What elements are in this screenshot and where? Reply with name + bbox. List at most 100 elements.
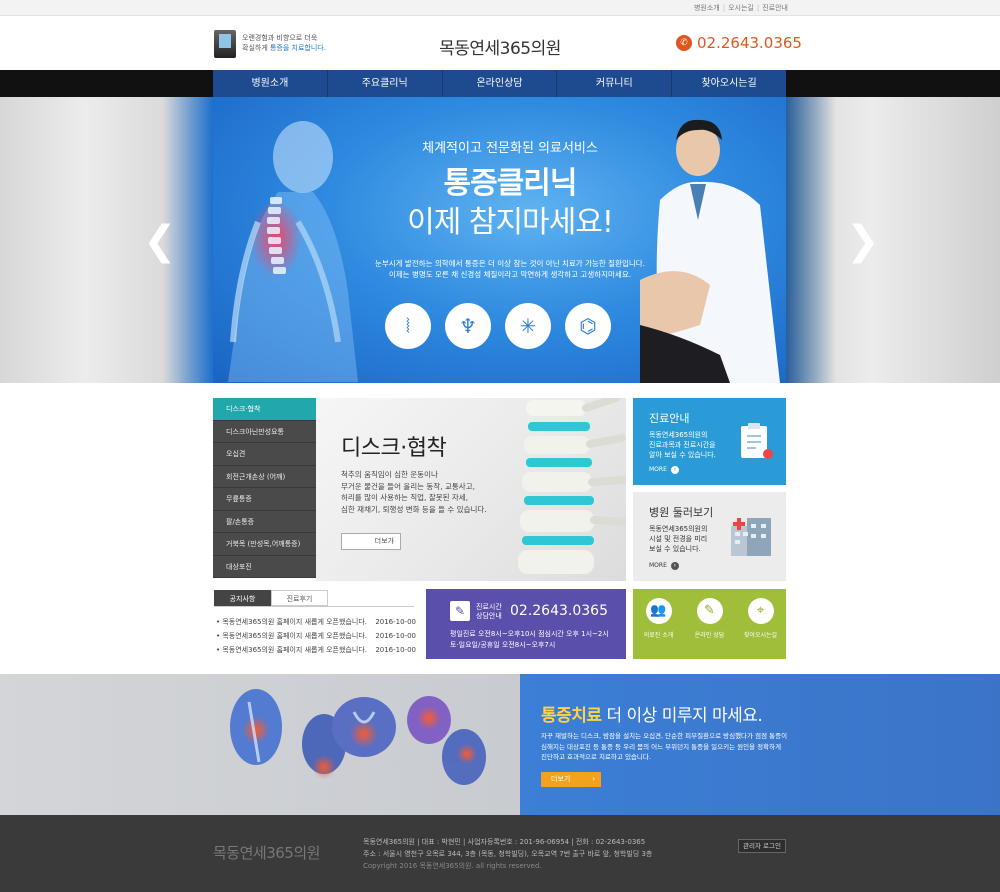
pelvis-icon[interactable]: ♆ [445,303,491,349]
banner-text-line: 심해지는 대상포진 등 통증 등 우리 몸의 어느 부위던지 통증을 일으키는 … [541,742,782,751]
quick-link-staff[interactable]: 👥 의료진 소개 [637,598,681,659]
hours-line: 토·일요일/공휴일 오전8시~오후7시 [450,641,556,649]
footer-copyright: Copyright 2016 목동연세365의원. all rights res… [363,862,542,870]
banner-more-button[interactable]: 더보기 › [541,772,601,787]
next-slide-arrow[interactable]: ❯ [846,218,880,264]
banner-title-rest: 더 이상 미루지 마세요. [601,706,763,726]
clipboard-stethoscope-icon [741,423,773,459]
notice-title[interactable]: 목동연세365의원 홈페이지 새롭게 오픈했습니다. [216,643,367,657]
category-item[interactable]: 회전근개손상 (어깨) [213,465,316,488]
hero-description: 눈부시게 발전하는 의학에서 통증은 더 이상 참는 것이 아닌 치료가 가능한… [340,258,680,280]
banner-text-line: 자꾸 재발하는 디스크, 밤잠을 설치는 오십견, 단순한 피부질환으로 방심했… [541,732,788,740]
people-icon: 👥 [645,598,672,624]
hospital-tour-card[interactable]: 병원 둘러보기 목동연세365의원의 시설 및 전경을 미리 보실 수 있습니다… [633,492,786,581]
category-item[interactable]: 대상포진 [213,555,316,578]
card-text-line: 알아 보실 수 있습니다. [649,451,716,459]
quick-links: 👥 의료진 소개 ✎ 온라인 상담 ⌖ 찾아오시는길 [633,589,786,659]
feature-more-button[interactable]: 더보기 › [341,533,401,550]
tab-reviews[interactable]: 진료후기 [271,590,328,606]
pencil-icon: ✎ [696,598,723,624]
util-link-guide[interactable]: 진료안내 [762,4,788,12]
hero-title-second: 이제 참지마세요! [407,205,614,240]
list-item[interactable]: 목동연세365의원 홈페이지 새롭게 오픈했습니다. 2016-10-00 [216,615,416,629]
consult-phone: 02.2643.0365 [510,603,608,619]
footer-line: 목동연세365의원 | 대표 : 박현민 | 사업자등록번호 : 201-96-… [363,838,646,846]
nav-item-clinics[interactable]: 주요클리닉 [328,70,443,97]
notice-title[interactable]: 목동연세365의원 홈페이지 새롭게 오픈했습니다. [216,615,367,629]
clinic-info-card[interactable]: 진료안내 목동연세365의원의 진료과목과 진료시간을 알아 보실 수 있습니다… [633,398,786,485]
site-title[interactable]: 목동연세365의원 [400,34,600,59]
prev-slide-arrow[interactable]: ❮ [143,218,177,264]
notice-title[interactable]: 목동연세365의원 홈페이지 새롭게 오픈했습니다. [216,629,367,643]
card-text-line: 보실 수 있습니다. [649,545,701,553]
util-link-about[interactable]: 병원소개 [694,4,720,12]
consult-hours-box: ✎ 진료시간 상담안내 02.2643.0365 평일진료 오전8시~오후10시… [426,589,626,659]
hero-fade-right [786,97,836,383]
quick-link-directions[interactable]: ⌖ 찾아오시는길 [739,598,783,659]
tab-divider [214,606,414,607]
chevron-right-icon: › [670,466,679,474]
consult-label-line: 상담안내 [476,612,502,620]
feature-title: 디스크·협착 [341,436,447,461]
skeleton-illustration [228,121,358,382]
footer-info: 목동연세365의원 | 대표 : 박현민 | 사업자등록번호 : 201-96-… [363,836,743,872]
list-item[interactable]: 목동연세365의원 홈페이지 새롭게 오픈했습니다. 2016-10-00 [216,643,416,657]
utility-bar [0,0,1000,16]
tab-notice[interactable]: 공지사항 [214,590,271,606]
card-title: 병원 둘러보기 [649,506,714,519]
category-item[interactable]: 디스크아닌만성요통 [213,420,316,443]
more-label: MORE [649,562,667,569]
banner-text-line: 진단하고 효과적으로 치료하고 있습니다. [541,753,651,761]
notice-date: 2016-10-00 [375,618,416,626]
category-item[interactable]: 팔/손통증 [213,510,316,533]
nav-item-directions[interactable]: 찾아오시는길 [672,70,786,97]
nav-item-about[interactable]: 병원소개 [213,70,328,97]
hero-subtitle: 체계적이고 전문화된 의료서비스 [422,141,598,156]
footer-line: 주소 : 서울시 영천구 오목로 344, 3층 (목동, 청학빌딩), 오목교… [363,850,653,858]
header-phone: 02.2643.0365 [697,34,802,52]
card-text-line: 시설 및 전경을 미리 [649,535,708,543]
joint-pain-illustration [230,689,486,785]
chevron-right-icon: › [391,537,394,545]
list-item[interactable]: 목동연세365의원 홈페이지 새롭게 오픈했습니다. 2016-10-00 [216,629,416,643]
card-more-link[interactable]: MORE › [649,562,679,570]
feature-text-line: 무거운 물건을 들어 올리는 동작, 교통사고, [341,481,475,491]
main-nav: 병원소개 주요클리닉 온라인상담 커뮤니티 찾아오시는길 [213,70,786,97]
feature-text-line: 심한 재채기, 퇴행성 변화 등을 들 수 있습니다. [341,504,487,514]
category-item[interactable]: 오십견 [213,443,316,466]
notice-date: 2016-10-00 [375,646,416,654]
card-text: 목동연세365의원의 진료과목과 진료시간을 알아 보실 수 있습니다. [649,430,729,460]
category-item[interactable]: 무릎통증 [213,488,316,511]
footer-logo: 목동연세365의원 [213,844,320,862]
hours-line: 평일진료 오전8시~오후10시 점심시간 오후 1시~2시 [450,630,609,638]
feature-text-line: 허리를 많이 사용하는 직업, 잘못된 자세, [341,493,469,502]
tagline-line: 확실하게 통증을 치료합니다. [242,43,362,53]
nerve-icon[interactable]: ✳ [505,303,551,349]
notice-list: 목동연세365의원 홈페이지 새롭게 오픈했습니다. 2016-10-00 목동연… [216,615,416,657]
shoulder-icon[interactable]: ⌬ [565,303,611,349]
nav-item-community[interactable]: 커뮤니티 [557,70,673,97]
tagline-line: 오랜경험과 비향으로 더욱 [242,34,318,42]
quick-label: 온라인 상담 [694,632,725,639]
category-item[interactable]: 디스크·협착 [213,398,323,421]
consult-label: 진료시간 상담안내 [476,603,502,621]
util-link-directions[interactable]: 오시는길 [728,4,754,12]
clipboard-icon: ✎ [450,601,470,621]
consult-hours: 평일진료 오전8시~오후10시 점심시간 오후 1시~2시 토·일요일/공휴일 … [450,629,625,651]
quick-link-consult[interactable]: ✎ 온라인 상담 [688,598,732,659]
phone-icon: ✆ [676,35,692,51]
more-label: 더보기 [551,775,571,783]
hero-title: 통증클리닉 [443,166,578,201]
nav-item-consult[interactable]: 온라인상담 [443,70,558,97]
header-tagline: 오랜경험과 비향으로 더욱 확실하게 통증을 치료합니다. [242,33,362,53]
card-more-link[interactable]: MORE › [649,466,679,474]
banner-title-bold: 통증치료 [541,706,602,726]
quick-label: 찾아오시는길 [743,632,778,639]
spine-icon[interactable]: ⦚ [385,303,431,349]
clinic-category-menu: 디스크·협착 디스크아닌만성요통 오십견 회전근개손상 (어깨) 무릎통증 팔/… [213,398,323,578]
consult-label-line: 진료시간 [476,603,502,611]
category-item[interactable]: 거북목 (만성목,어깨통증) [213,533,316,556]
tagline-prefix: 확실하게 [242,44,270,52]
admin-login-button[interactable]: 관리자 로그인 [738,839,786,853]
utility-links: 병원소개 | 오시는길 | 진료안내 [693,4,788,12]
